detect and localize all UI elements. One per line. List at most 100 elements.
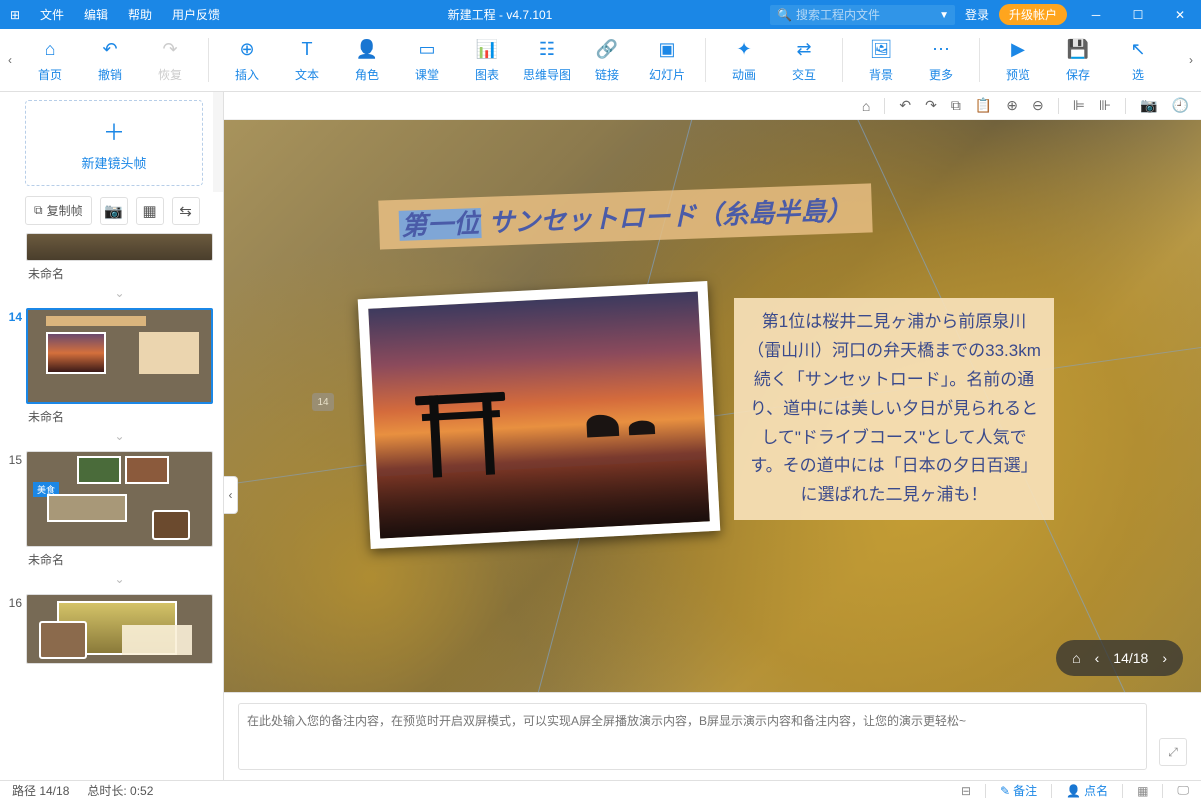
role-button[interactable]: 👤角色: [343, 34, 391, 86]
snapshot-icon[interactable]: 📷: [1140, 97, 1157, 114]
menu-edit[interactable]: 编辑: [74, 6, 118, 23]
history-icon[interactable]: 🕘: [1172, 97, 1189, 114]
slide-thumbnail[interactable]: 14 未命名 ⌄: [0, 306, 223, 449]
screen-icon[interactable]: 🖵: [1177, 783, 1189, 798]
frame-number-badge: 14: [312, 393, 334, 411]
person-icon: 👤: [1066, 784, 1081, 798]
transition-icon: ⌄: [26, 429, 213, 447]
undo-icon: ↶: [102, 38, 117, 62]
slide-icon: ▣: [658, 38, 675, 62]
minimize-button[interactable]: ─: [1075, 0, 1117, 29]
remark-button[interactable]: ✎备注: [1000, 782, 1037, 799]
new-frame-label: 新建镜头帧: [81, 153, 146, 172]
distribute-icon[interactable]: ⊪: [1099, 97, 1111, 114]
expand-notes-icon[interactable]: ⤢: [1159, 738, 1187, 766]
copy-icon: ⧉: [34, 203, 43, 218]
slides-list: 未命名 ⌄ 14 未命名 ⌄ 15 美食: [0, 231, 223, 780]
island-graphic: [586, 411, 667, 437]
interact-button[interactable]: ⇄交互: [780, 34, 828, 86]
copy-icon[interactable]: ⧉: [951, 97, 961, 114]
thumbnail-image: [26, 308, 213, 404]
collapse-toolbar-left-icon[interactable]: ‹: [0, 29, 20, 92]
notes-panel: ⤢: [224, 692, 1201, 780]
collapse-sidebar-icon[interactable]: ‹: [224, 476, 238, 514]
plus-icon: ＋: [103, 115, 125, 147]
nav-prev-icon[interactable]: ‹: [1095, 650, 1100, 666]
canvas-nav-pill: ⌂ ‹ 14/18 ›: [1056, 640, 1183, 676]
slide-button[interactable]: ▣幻灯片: [643, 34, 691, 86]
slide-thumbnail[interactable]: 未命名 ⌄: [0, 231, 223, 306]
timeline-icon[interactable]: ⊟: [961, 784, 971, 798]
more-button[interactable]: ⋯更多: [917, 34, 965, 86]
mindmap-icon: ☷: [539, 38, 555, 62]
app-logo-icon: ⊞: [0, 8, 30, 22]
canvas[interactable]: 14 第一位 サンセットロード（糸島半島） 第1位は桜井二見ヶ浦から前原泉川（雷…: [224, 120, 1201, 692]
cursor-icon: ↖: [1130, 38, 1145, 62]
copy-frame-button[interactable]: ⧉复制帧: [25, 196, 92, 225]
menu-help[interactable]: 帮助: [118, 6, 162, 23]
slide-name: 未命名: [26, 261, 213, 286]
photo-frame[interactable]: [358, 281, 721, 549]
zoom-in-icon[interactable]: ⊕: [1006, 97, 1018, 114]
chart-icon: 📊: [476, 38, 498, 62]
description-text-box[interactable]: 第1位は桜井二見ヶ浦から前原泉川（雷山川）河口の弁天橋までの33.3km続く「サ…: [734, 298, 1054, 520]
transition-icon: ⌄: [26, 572, 213, 590]
person-icon: 👤: [356, 38, 378, 62]
home-view-icon[interactable]: ⌂: [862, 98, 870, 114]
rotate-right-icon[interactable]: ↷: [925, 97, 937, 114]
toolbar-separator: [705, 38, 706, 82]
search-input[interactable]: [770, 5, 955, 25]
shuffle-button[interactable]: ⇆: [172, 197, 200, 225]
maximize-button[interactable]: ☐: [1117, 0, 1159, 29]
search-dropdown-icon[interactable]: ▼: [939, 10, 949, 21]
align-icon[interactable]: ⊫: [1073, 97, 1085, 114]
redo-button: ↷恢复: [146, 34, 194, 86]
login-link[interactable]: 登录: [955, 6, 999, 23]
qr-button[interactable]: ▦: [136, 197, 164, 225]
camera-button[interactable]: 📷: [100, 197, 128, 225]
window-title: 新建工程 - v4.7.101: [230, 6, 770, 23]
undo-button[interactable]: ↶撤销: [86, 34, 134, 86]
rotate-left-icon[interactable]: ↶: [899, 97, 911, 114]
notes-input[interactable]: [238, 703, 1147, 770]
class-button[interactable]: ▭课堂: [403, 34, 451, 86]
menu-file[interactable]: 文件: [30, 6, 74, 23]
slide-thumbnail[interactable]: 15 美食 未命名 ⌄: [0, 449, 223, 592]
upgrade-button[interactable]: 升级帐户: [999, 4, 1067, 25]
animation-button[interactable]: ✦动画: [720, 34, 768, 86]
thumbnail-image: [26, 233, 213, 261]
collapse-toolbar-right-icon[interactable]: ›: [1181, 29, 1201, 92]
transition-icon: ⌄: [26, 286, 213, 304]
insert-button[interactable]: ⊕插入: [223, 34, 271, 86]
sidebar-scrollbar[interactable]: [213, 92, 223, 192]
text-icon: T: [302, 38, 313, 62]
save-button[interactable]: 💾保存: [1054, 34, 1102, 86]
plus-circle-icon: ⊕: [239, 38, 254, 62]
toolbar-separator: [208, 38, 209, 82]
roll-call-button[interactable]: 👤点名: [1066, 782, 1108, 799]
menu-feedback[interactable]: 用户反馈: [162, 6, 230, 23]
status-duration: 总时长: 0:52: [87, 782, 153, 799]
nav-home-icon[interactable]: ⌂: [1072, 650, 1080, 666]
title-bar: ⊞ 文件 编辑 帮助 用户反馈 新建工程 - v4.7.101 🔍 ▼ 登录 升…: [0, 0, 1201, 29]
nav-next-icon[interactable]: ›: [1162, 650, 1167, 666]
status-path: 路径 14/18: [12, 782, 69, 799]
preview-button[interactable]: ▶预览: [994, 34, 1042, 86]
link-button[interactable]: 🔗链接: [583, 34, 631, 86]
slide-thumbnail[interactable]: 16: [0, 592, 223, 666]
toolbar-separator: [842, 38, 843, 82]
background-button[interactable]: 🖼背景: [857, 34, 905, 86]
paste-icon[interactable]: 📋: [975, 97, 992, 114]
text-button[interactable]: T文本: [283, 34, 331, 86]
mindmap-button[interactable]: ☷思维导图: [523, 34, 571, 86]
chart-button[interactable]: 📊图表: [463, 34, 511, 86]
zoom-out-icon[interactable]: ⊖: [1032, 97, 1044, 114]
close-button[interactable]: ✕: [1159, 0, 1201, 29]
grid-view-icon[interactable]: ▦: [1137, 784, 1148, 798]
home-button[interactable]: ⌂首页: [26, 34, 74, 86]
new-frame-button[interactable]: ＋ 新建镜头帧: [25, 100, 203, 186]
select-button[interactable]: ↖选: [1114, 34, 1162, 86]
play-icon: ▶: [1011, 38, 1025, 62]
thumbnail-image: 美食: [26, 451, 213, 547]
interact-icon: ⇄: [796, 38, 811, 62]
